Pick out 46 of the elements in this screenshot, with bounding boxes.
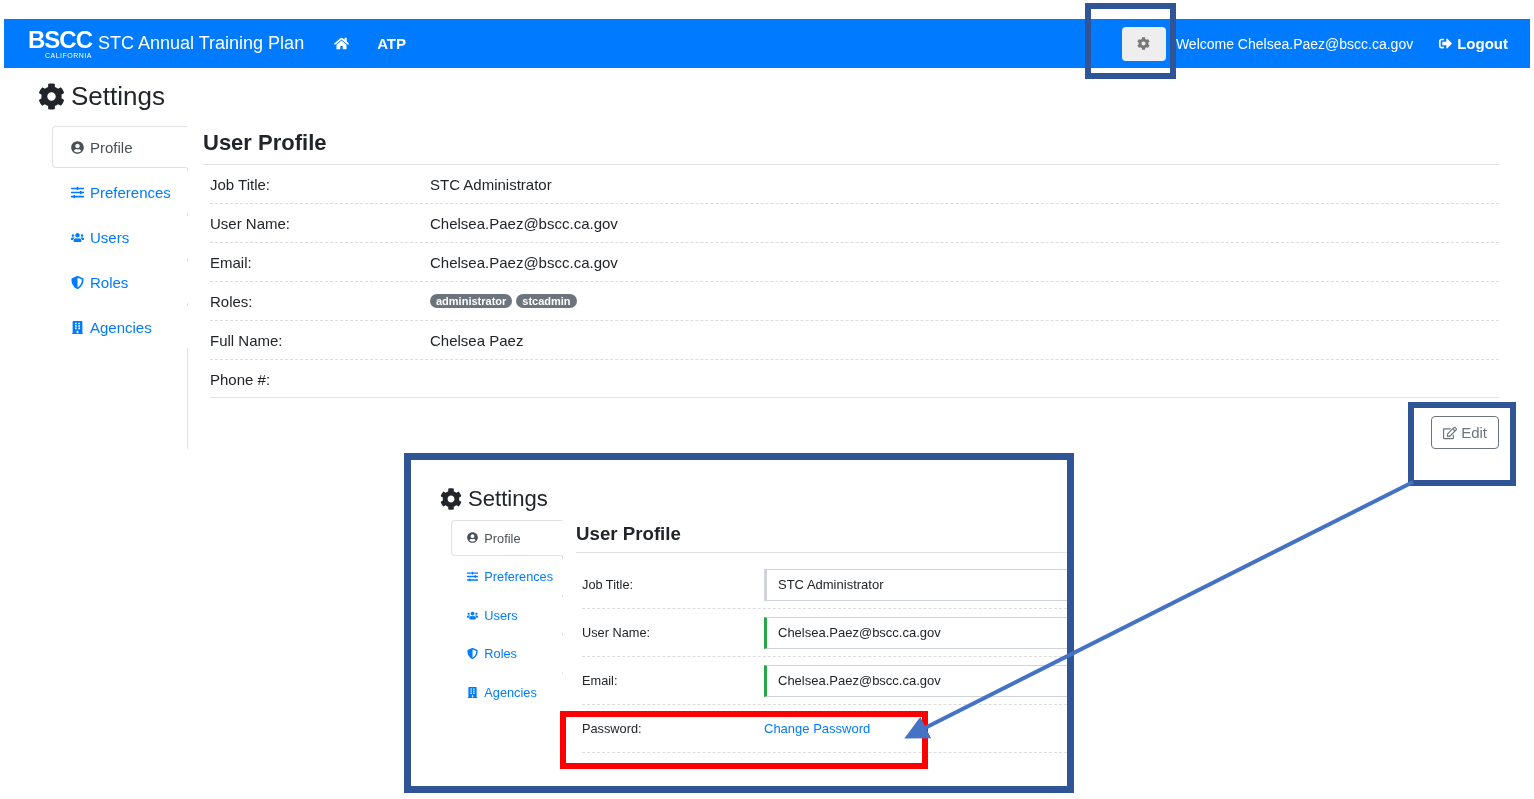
field-label: Roles: — [210, 292, 254, 310]
page-title: Settings — [71, 81, 165, 112]
field-value: Chelsea.Paez@bscc.ca.gov — [430, 214, 618, 232]
settings-tab[interactable]: Profile — [52, 126, 188, 168]
field-label: Job Title: — [582, 577, 635, 593]
field-label: Job Title: — [210, 175, 272, 193]
input-field[interactable]: STC Administrator — [764, 568, 1067, 601]
gear-icon — [1137, 37, 1151, 50]
users-icon — [71, 230, 84, 244]
section-title: User Profile — [203, 126, 1499, 165]
building-icon — [71, 320, 84, 334]
nav-link[interactable]: ATP — [377, 35, 407, 52]
section-title: User Profile — [576, 520, 1067, 554]
field-label: Password: — [582, 721, 643, 737]
field-value: Chelsea Paez — [430, 331, 524, 349]
gear-icon — [38, 83, 65, 110]
field-label: Phone #: — [210, 370, 272, 388]
field-label: Full Name: — [210, 331, 284, 349]
field-value: STC Administrator — [430, 175, 552, 193]
edit-icon — [1443, 425, 1458, 440]
role-tag: stcadmin — [516, 294, 577, 308]
change-password-link[interactable]: Change Password — [764, 721, 871, 737]
shield-icon — [467, 648, 479, 660]
settings-button[interactable] — [1121, 26, 1166, 61]
field-label: Email: — [582, 673, 619, 689]
input-field[interactable]: Chelsea.Paez@bscc.ca.gov — [764, 616, 1067, 649]
settings-tab[interactable]: Profile — [451, 520, 563, 556]
field-label: Email: — [210, 253, 253, 271]
logout-icon — [1439, 37, 1453, 50]
input-field[interactable]: Chelsea.Paez@bscc.ca.gov — [764, 664, 1067, 697]
field-label: User Name: — [582, 625, 651, 641]
welcome-text: Welcome Chelsea.Paez@bscc.ca.gov — [1175, 35, 1414, 52]
shield-icon — [71, 275, 84, 289]
app-title: STC Annual Training Plan — [98, 33, 305, 54]
edit-button[interactable]: Edit — [1431, 416, 1499, 449]
gear-icon — [440, 488, 462, 510]
field-label: User Name: — [210, 214, 292, 232]
building-icon — [467, 686, 479, 698]
sliders-icon — [467, 571, 479, 583]
home-icon[interactable] — [334, 36, 350, 51]
logout-link[interactable]: Logout — [1439, 35, 1508, 52]
role-tag: administrator — [430, 294, 513, 308]
page-title: Settings — [468, 486, 548, 512]
sliders-icon — [71, 185, 84, 199]
field-value: Chelsea.Paez@bscc.ca.gov — [430, 253, 618, 271]
users-icon — [467, 609, 479, 621]
